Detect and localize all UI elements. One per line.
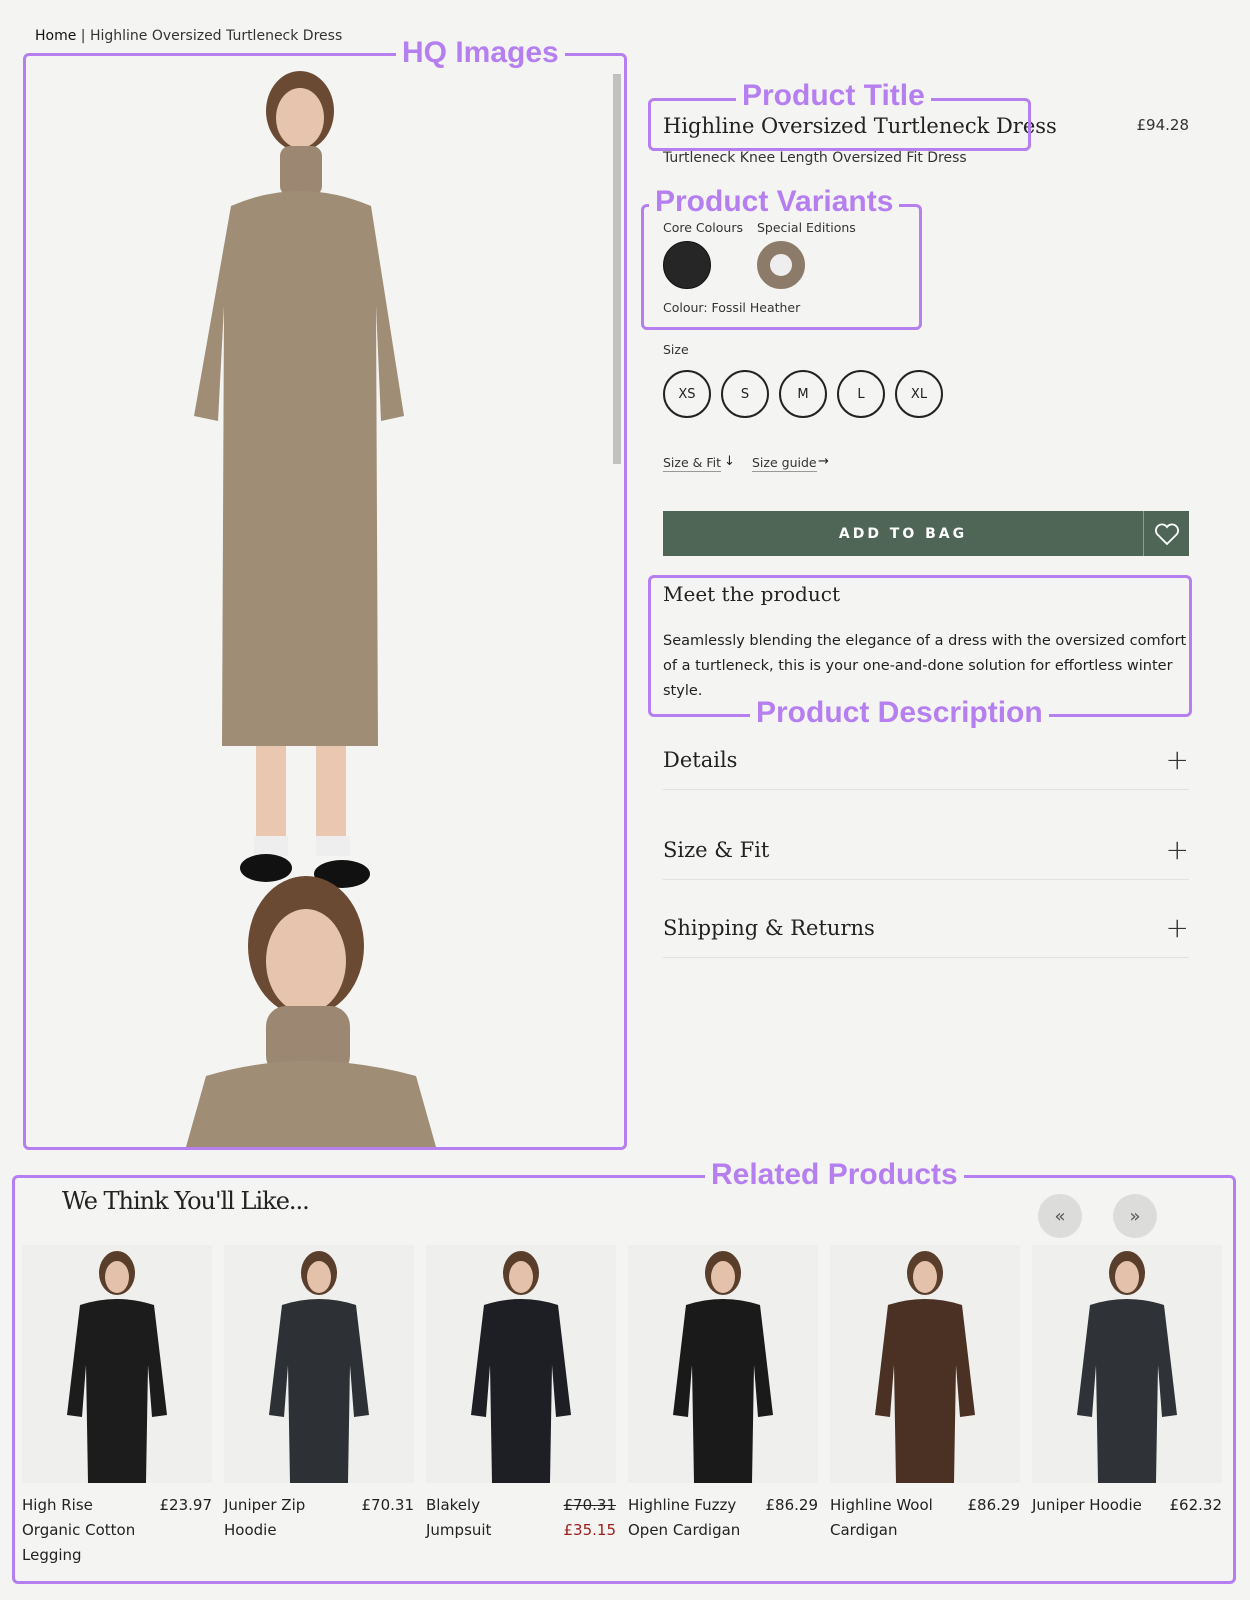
related-product-card[interactable]: Juniper Zip Hoodie £70.31 — [224, 1245, 414, 1543]
swatch-black[interactable] — [663, 241, 711, 289]
related-product-card[interactable]: Blakely Jumpsuit £70.31 £35.15 — [426, 1245, 616, 1543]
size-l[interactable]: L — [837, 370, 885, 418]
double-arrow-left-icon: « — [1054, 1205, 1066, 1227]
add-to-bag-button[interactable]: ADD TO BAG — [663, 511, 1143, 556]
arrow-right-icon: → — [818, 454, 829, 469]
plus-icon: + — [1165, 743, 1189, 776]
size-guide-link[interactable]: Size guide — [752, 455, 817, 472]
meet-product-heading: Meet the product — [663, 582, 840, 606]
related-product-name[interactable]: High Rise Organic Cotton Legging — [22, 1493, 142, 1568]
related-product-image[interactable] — [830, 1245, 1020, 1483]
product-price: £86.29 — [765, 1496, 819, 1514]
accordion-label: Details — [663, 747, 738, 772]
related-product-image[interactable] — [22, 1245, 212, 1483]
product-description: Seamlessly blending the elegance of a dr… — [663, 633, 1187, 699]
product-image-full-body — [194, 71, 404, 888]
selected-colour: Colour: Fossil Heather — [663, 300, 801, 315]
double-arrow-right-icon: » — [1129, 1205, 1141, 1227]
annotation-label-related: Related Products — [705, 1159, 964, 1191]
breadcrumb-separator: | — [80, 28, 86, 44]
size-xs[interactable]: XS — [663, 370, 711, 418]
related-product-image[interactable] — [1032, 1245, 1222, 1483]
accordion-size-fit[interactable]: Size & Fit + — [663, 820, 1189, 880]
size-fit-link[interactable]: Size & Fit — [663, 455, 722, 472]
breadcrumb-home[interactable]: Home — [35, 28, 76, 44]
accordion-label: Size & Fit — [663, 837, 770, 862]
annotation-label-variants: Product Variants — [649, 186, 900, 218]
related-product-name[interactable]: Blakely Jumpsuit — [426, 1493, 546, 1543]
size-guide-link-label: Size guide — [752, 455, 817, 470]
wishlist-button[interactable] — [1143, 511, 1189, 556]
size-m[interactable]: M — [779, 370, 827, 418]
plus-icon: + — [1165, 833, 1189, 866]
breadcrumb: Home | Highline Oversized Turtleneck Dre… — [35, 28, 342, 44]
product-image-gallery[interactable] — [26, 56, 623, 1147]
accordion-shipping-returns[interactable]: Shipping & Returns + — [663, 898, 1189, 958]
core-colours-label: Core Colours — [663, 220, 743, 235]
carousel-prev-button[interactable]: « — [1038, 1194, 1082, 1238]
accordion-details[interactable]: Details + — [663, 730, 1189, 790]
swatch-fossil-heather[interactable] — [757, 241, 805, 289]
related-product-image[interactable] — [224, 1245, 414, 1483]
related-product-card[interactable]: Highline Fuzzy Open Cardigan £86.29 — [628, 1245, 818, 1543]
related-product-name[interactable]: Juniper Hoodie — [1032, 1493, 1152, 1518]
accordion-label: Shipping & Returns — [663, 915, 875, 940]
original-price: £70.31 — [563, 1496, 617, 1514]
carousel-next-button[interactable]: » — [1113, 1194, 1157, 1238]
product-price: £70.31 — [361, 1496, 415, 1514]
product-price: £23.97 — [159, 1496, 213, 1514]
size-label: Size — [663, 342, 689, 357]
product-images — [186, 71, 436, 1147]
size-s[interactable]: S — [721, 370, 769, 418]
gallery-scrollbar[interactable] — [613, 66, 621, 1146]
size-fit-link-label: Size & Fit — [663, 455, 722, 470]
related-product-name[interactable]: Highline Wool Cardigan — [830, 1493, 950, 1543]
annotation-label-description: Product Description — [750, 697, 1049, 729]
sale-price: £35.15 — [563, 1521, 617, 1539]
arrow-down-icon: ↓ — [724, 454, 735, 469]
size-xl[interactable]: XL — [895, 370, 943, 418]
product-title: Highline Oversized Turtleneck Dress — [663, 114, 1057, 138]
related-product-name[interactable]: Highline Fuzzy Open Cardigan — [628, 1493, 748, 1543]
related-product-card[interactable]: Juniper Hoodie £62.32 — [1032, 1245, 1222, 1518]
product-price: £94.28 — [1136, 116, 1190, 134]
related-product-image[interactable] — [426, 1245, 616, 1483]
annotation-label-title: Product Title — [736, 80, 931, 112]
related-product-card[interactable]: Highline Wool Cardigan £86.29 — [830, 1245, 1020, 1543]
add-to-bag-bar: ADD TO BAG — [663, 511, 1189, 556]
annotation-label-images: HQ Images — [396, 37, 565, 69]
special-editions-label: Special Editions — [757, 220, 856, 235]
related-products-heading: We Think You'll Like... — [62, 1187, 310, 1215]
related-product-name[interactable]: Juniper Zip Hoodie — [224, 1493, 344, 1543]
related-product-card[interactable]: High Rise Organic Cotton Legging £23.97 — [22, 1245, 212, 1568]
product-price: £62.32 — [1169, 1496, 1223, 1514]
product-subtitle: Turtleneck Knee Length Oversized Fit Dre… — [663, 150, 967, 166]
product-image-closeup — [186, 876, 436, 1147]
heart-icon — [1154, 523, 1179, 545]
product-price: £86.29 — [967, 1496, 1021, 1514]
related-product-image[interactable] — [628, 1245, 818, 1483]
plus-icon: + — [1165, 911, 1189, 944]
scrollbar-thumb[interactable] — [613, 74, 621, 464]
breadcrumb-current: Highline Oversized Turtleneck Dress — [89, 28, 343, 44]
